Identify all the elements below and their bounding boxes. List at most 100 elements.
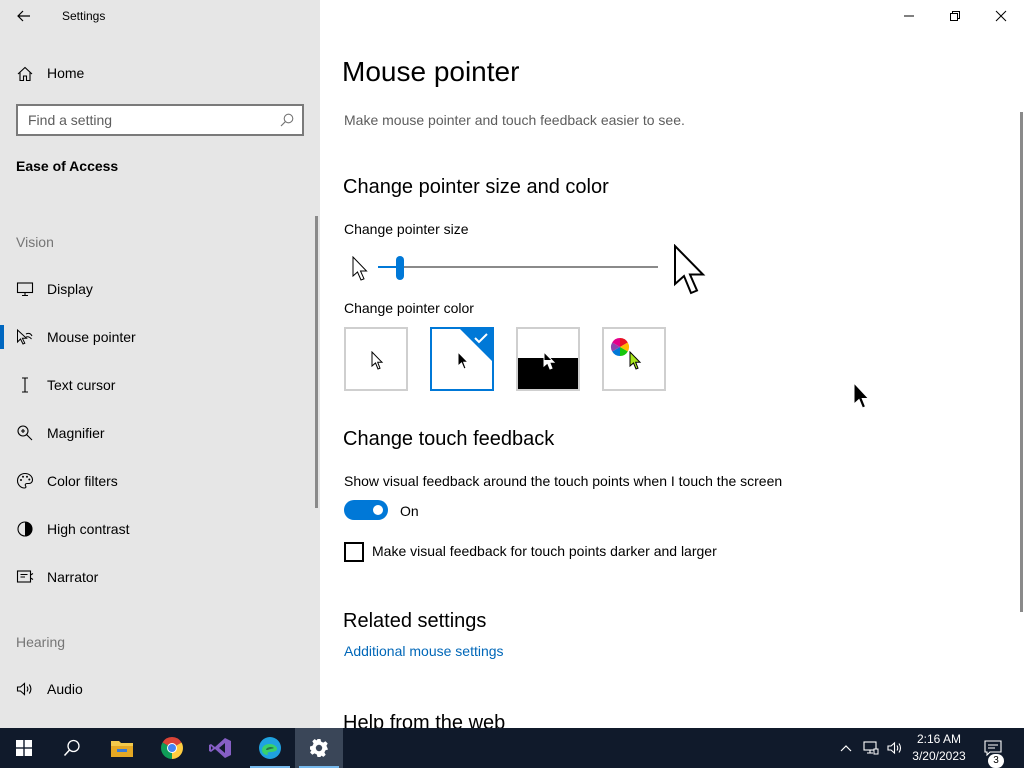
network-icon xyxy=(863,741,879,755)
clock[interactable]: 2:16 AM 3/20/2023 xyxy=(906,728,972,768)
taskbar-settings[interactable] xyxy=(295,728,343,768)
inverted-pointer-icon xyxy=(543,351,556,370)
sidebar-item-high-contrast[interactable]: High contrast xyxy=(0,509,316,549)
taskbar-edge[interactable] xyxy=(246,728,294,768)
notification-count-badge: 3 xyxy=(988,754,1004,768)
windows-logo-icon xyxy=(16,740,32,756)
section-header-vision: Vision xyxy=(16,234,54,250)
high-contrast-icon xyxy=(17,521,33,537)
sidebar-item-label: Narrator xyxy=(47,569,99,585)
restore-button[interactable] xyxy=(932,0,978,32)
close-icon xyxy=(995,10,1007,22)
color-option-custom[interactable] xyxy=(602,327,666,391)
close-button[interactable] xyxy=(978,0,1024,32)
color-wheel-icon xyxy=(610,338,630,356)
page-description: Make mouse pointer and touch feedback ea… xyxy=(344,112,685,128)
monitor-icon xyxy=(16,282,34,297)
sidebar-item-magnifier[interactable]: Magnifier xyxy=(0,413,316,453)
gear-icon xyxy=(310,739,328,757)
color-option-white[interactable] xyxy=(344,327,408,391)
category-title: Ease of Access xyxy=(16,158,119,174)
app-title: Settings xyxy=(62,9,106,23)
sidebar-item-text-cursor[interactable]: Text cursor xyxy=(0,365,316,405)
sidebar-item-color-filters[interactable]: Color filters xyxy=(0,461,316,501)
chevron-up-icon xyxy=(840,745,852,752)
section-header-hearing: Hearing xyxy=(16,634,66,650)
mouse-cursor-icon xyxy=(853,382,870,409)
taskbar-chrome[interactable] xyxy=(148,728,196,768)
text-cursor-icon xyxy=(22,377,28,393)
minimize-icon xyxy=(904,15,914,17)
color-option-black[interactable] xyxy=(430,327,494,391)
pointer-size-slider-thumb[interactable] xyxy=(396,256,404,280)
sidebar-item-label: High contrast xyxy=(47,521,130,537)
mouse-pointer-icon xyxy=(17,328,33,345)
speaker-icon xyxy=(887,741,902,755)
sidebar-item-label: Text cursor xyxy=(47,377,116,393)
sidebar-item-label: Audio xyxy=(47,681,83,697)
white-pointer-icon xyxy=(371,351,384,370)
narrator-icon xyxy=(16,570,34,583)
additional-mouse-settings-link[interactable]: Additional mouse settings xyxy=(344,643,504,659)
visual-studio-icon xyxy=(209,738,231,758)
edge-icon xyxy=(259,737,281,759)
network-status[interactable] xyxy=(860,728,882,768)
taskbar: 2:16 AM 3/20/2023 xyxy=(0,728,1024,768)
small-pointer-icon xyxy=(352,256,368,281)
page-title: Mouse pointer xyxy=(342,56,520,87)
section-header-touch: Change touch feedback xyxy=(343,428,555,450)
color-option-inverted[interactable] xyxy=(516,327,580,391)
checkmark-icon xyxy=(460,329,492,361)
sidebar: Settings Home Ease of Access Vision Disp… xyxy=(0,0,320,728)
checkbox-label: Make visual feedback for touch points da… xyxy=(372,543,717,559)
darker-feedback-checkbox[interactable] xyxy=(344,542,364,562)
search-box xyxy=(16,104,304,136)
minimize-button[interactable] xyxy=(886,0,932,32)
sidebar-item-label: Mouse pointer xyxy=(47,329,136,345)
taskbar-search-button[interactable] xyxy=(48,728,96,768)
title-bar: Settings xyxy=(0,0,320,32)
chrome-icon xyxy=(161,737,183,759)
sidebar-item-label: Home xyxy=(47,65,85,81)
pointer-size-slider[interactable] xyxy=(378,266,658,268)
sidebar-item-display[interactable]: Display xyxy=(0,269,316,309)
touch-feedback-label: Show visual feedback around the touch po… xyxy=(344,473,783,489)
large-pointer-icon xyxy=(674,244,706,295)
sidebar-item-label: Color filters xyxy=(47,473,118,489)
back-arrow-icon xyxy=(17,10,30,22)
section-header-related: Related settings xyxy=(343,610,487,632)
show-hidden-icons-button[interactable] xyxy=(836,728,856,768)
sidebar-item-narrator[interactable]: Narrator xyxy=(0,557,316,597)
taskbar-file-explorer[interactable] xyxy=(98,728,146,768)
custom-pointer-icon xyxy=(629,351,642,370)
sidebar-item-home[interactable]: Home xyxy=(0,56,320,90)
home-icon xyxy=(17,66,33,82)
sidebar-item-label: Display xyxy=(47,281,93,297)
sidebar-scrollbar[interactable] xyxy=(315,216,318,508)
sidebar-item-audio[interactable]: Audio xyxy=(0,669,316,709)
search-input[interactable] xyxy=(18,106,274,134)
sidebar-item-mouse-pointer[interactable]: Mouse pointer xyxy=(0,317,316,357)
magnifier-icon xyxy=(17,425,33,441)
section-header-help: Help from the web xyxy=(343,712,506,728)
touch-feedback-toggle[interactable] xyxy=(344,500,388,520)
pointer-size-label: Change pointer size xyxy=(344,221,469,237)
main-content: Mouse pointer Make mouse pointer and tou… xyxy=(320,0,1024,728)
speaker-icon xyxy=(16,682,32,696)
volume-status[interactable] xyxy=(884,728,906,768)
clock-date: 3/20/2023 xyxy=(912,749,966,763)
section-header-size-color: Change pointer size and color xyxy=(343,176,609,198)
search-icon xyxy=(63,739,80,757)
search-icon[interactable] xyxy=(280,113,294,127)
clock-time: 2:16 AM xyxy=(916,732,962,746)
restore-icon xyxy=(950,11,960,21)
toggle-state-label: On xyxy=(400,503,419,519)
pointer-color-label: Change pointer color xyxy=(344,300,474,316)
sidebar-item-label: Magnifier xyxy=(47,425,105,441)
palette-icon xyxy=(16,472,34,489)
folder-icon xyxy=(111,741,133,757)
start-button[interactable] xyxy=(0,728,48,768)
main-scrollbar[interactable] xyxy=(1020,112,1023,612)
back-button[interactable] xyxy=(8,4,40,28)
taskbar-visual-studio[interactable] xyxy=(196,728,244,768)
